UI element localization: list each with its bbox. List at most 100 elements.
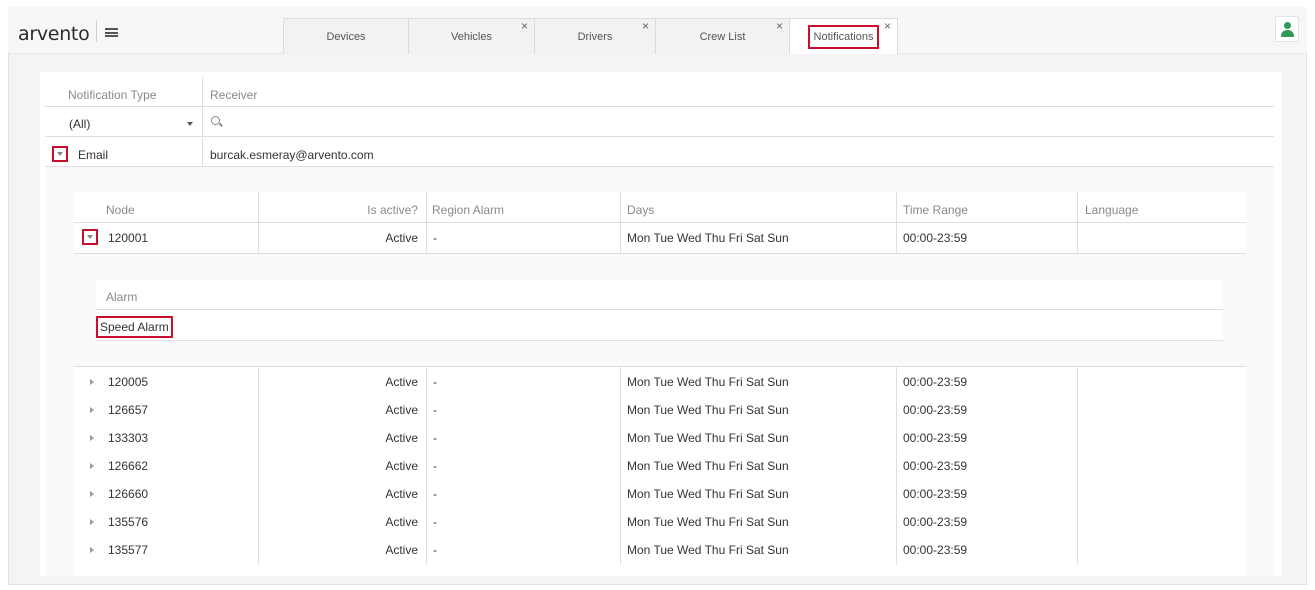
tab-bar: Devices Vehicles × Drivers × Crew List ×…	[283, 18, 898, 54]
time-range-cell: 00:00-23:59	[903, 375, 968, 389]
tab-devices[interactable]: Devices	[283, 18, 409, 54]
active-cell: Active	[385, 403, 418, 417]
alarm-table	[96, 280, 1223, 340]
node-cell: 135577	[108, 543, 149, 557]
chevron-right-icon[interactable]	[90, 407, 94, 413]
region-alarm-cell: -	[433, 459, 437, 473]
time-range-cell: 00:00-23:59	[903, 231, 968, 245]
column-days[interactable]: Days	[627, 203, 654, 217]
row-divider	[45, 136, 1274, 137]
tab-label: Devices	[326, 30, 366, 43]
node-cell: 126662	[108, 459, 149, 473]
chevron-right-icon[interactable]	[90, 379, 94, 385]
active-cell: Active	[385, 515, 418, 529]
search-icon	[211, 116, 220, 125]
chevron-right-icon[interactable]	[90, 435, 94, 441]
row-divider	[96, 340, 1223, 341]
active-cell: Active	[385, 375, 418, 389]
days-cell: Mon Tue Wed Thu Fri Sat Sun	[627, 543, 789, 557]
type-filter-select[interactable]: (All)	[69, 117, 90, 131]
tab-label: Crew List	[699, 30, 746, 43]
column-divider	[896, 367, 897, 565]
column-node[interactable]: Node	[106, 203, 135, 217]
column-divider	[896, 192, 897, 254]
collapse-row-button[interactable]	[52, 146, 68, 162]
time-range-cell: 00:00-23:59	[903, 543, 968, 557]
chevron-right-icon[interactable]	[90, 491, 94, 497]
column-divider	[620, 367, 621, 565]
tab-crew-list[interactable]: Crew List ×	[656, 18, 790, 54]
column-divider	[1077, 367, 1078, 565]
column-divider	[1077, 192, 1078, 254]
days-cell: Mon Tue Wed Thu Fri Sat Sun	[627, 487, 789, 501]
column-alarm[interactable]: Alarm	[106, 290, 137, 304]
region-alarm-cell: -	[433, 515, 437, 529]
region-alarm-cell: -	[433, 431, 437, 445]
active-cell: Active	[385, 543, 418, 557]
user-profile-button[interactable]	[1275, 16, 1299, 42]
tab-label: Vehicles	[451, 30, 492, 43]
node-cell: 135576	[108, 515, 149, 529]
chevron-right-icon[interactable]	[90, 547, 94, 553]
app-logo: arvento	[18, 23, 90, 45]
time-range-cell: 00:00-23:59	[903, 459, 968, 473]
time-range-cell: 00:00-23:59	[903, 515, 968, 529]
days-cell: Mon Tue Wed Thu Fri Sat Sun	[627, 403, 789, 417]
node-cell: 133303	[108, 431, 149, 445]
close-icon[interactable]: ×	[776, 20, 783, 32]
column-region-alarm[interactable]: Region Alarm	[432, 203, 504, 217]
time-range-cell: 00:00-23:59	[903, 431, 968, 445]
tab-drivers[interactable]: Drivers ×	[535, 18, 656, 54]
node-cell: 120005	[108, 375, 149, 389]
column-notification-type[interactable]: Notification Type	[68, 88, 157, 102]
chevron-right-icon[interactable]	[90, 519, 94, 525]
alarm-cell: Speed Alarm	[96, 316, 173, 338]
row-divider	[96, 309, 1223, 310]
tab-vehicles[interactable]: Vehicles ×	[409, 18, 535, 54]
region-alarm-cell: -	[433, 375, 437, 389]
days-cell: Mon Tue Wed Thu Fri Sat Sun	[627, 231, 789, 245]
close-icon[interactable]: ×	[884, 20, 891, 32]
receiver-filter-input[interactable]	[230, 112, 1260, 132]
active-cell: Active	[385, 431, 418, 445]
column-divider	[258, 367, 259, 565]
column-language[interactable]: Language	[1085, 203, 1138, 217]
top-bar: arvento Devices Vehicles × Drivers × Cre…	[8, 7, 1307, 54]
days-cell: Mon Tue Wed Thu Fri Sat Sun	[627, 375, 789, 389]
region-alarm-cell: -	[433, 403, 437, 417]
collapse-row-button[interactable]	[82, 229, 98, 245]
time-range-cell: 00:00-23:59	[903, 403, 968, 417]
column-is-active[interactable]: Is active?	[258, 203, 418, 217]
tab-label: Drivers	[577, 30, 613, 43]
close-icon[interactable]: ×	[642, 20, 649, 32]
chevron-right-icon[interactable]	[90, 463, 94, 469]
days-cell: Mon Tue Wed Thu Fri Sat Sun	[627, 431, 789, 445]
notifications-panel: Notification Type Receiver (All) Email b…	[40, 72, 1282, 576]
column-divider	[620, 192, 621, 254]
column-time-range[interactable]: Time Range	[903, 203, 968, 217]
tab-label: Notifications	[807, 24, 880, 49]
days-cell: Mon Tue Wed Thu Fri Sat Sun	[627, 515, 789, 529]
time-range-cell: 00:00-23:59	[903, 487, 968, 501]
tab-notifications[interactable]: Notifications ×	[790, 18, 898, 54]
region-alarm-cell: -	[433, 231, 437, 245]
active-cell: Active	[385, 231, 418, 245]
node-cell: 126660	[108, 487, 149, 501]
column-receiver[interactable]: Receiver	[210, 88, 257, 102]
node-cell: 126657	[108, 403, 149, 417]
column-divider	[426, 192, 427, 254]
chevron-down-icon[interactable]	[187, 122, 193, 126]
region-alarm-cell: -	[433, 487, 437, 501]
receiver-cell: burcak.esmeray@arvento.com	[210, 148, 374, 162]
column-divider	[202, 77, 203, 137]
column-divider	[426, 367, 427, 565]
close-icon[interactable]: ×	[521, 20, 528, 32]
user-icon	[1284, 22, 1291, 29]
menu-icon[interactable]	[105, 28, 118, 37]
region-alarm-cell: -	[433, 543, 437, 557]
row-divider	[74, 222, 1246, 223]
notification-type-cell: Email	[78, 148, 109, 162]
header-divider	[96, 20, 97, 42]
user-icon-body	[1281, 30, 1294, 37]
node-cell: 120001	[108, 231, 149, 245]
